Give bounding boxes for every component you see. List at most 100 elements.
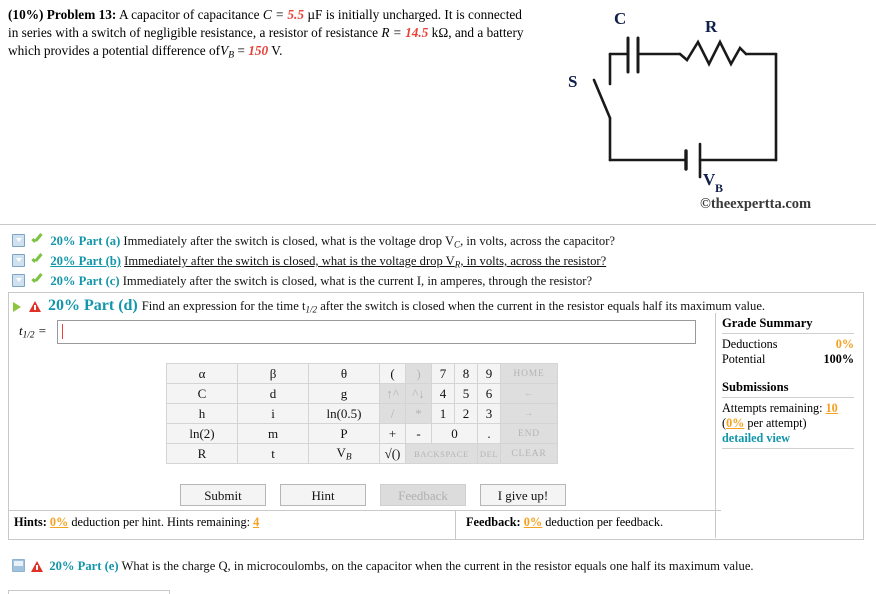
expand-icon[interactable] — [12, 254, 25, 267]
keypad-key-end: END — [500, 423, 558, 444]
keypad-key-p[interactable]: P — [308, 423, 380, 444]
keypad-key-[interactable]: . — [477, 423, 501, 444]
keypad-key-: ) — [405, 363, 432, 384]
keypad-key-del: DEL — [477, 443, 501, 464]
part-d-text-tail: after the switch is closed when the curr… — [317, 299, 766, 313]
keypad-key-: ↑^ — [379, 383, 406, 404]
collapse-triangle-icon[interactable] — [13, 302, 21, 312]
detailed-view-link[interactable]: detailed view — [722, 431, 854, 446]
problem-statement: (10%) Problem 13: A capacitor of capacit… — [8, 6, 528, 65]
keypad-key-: ← — [500, 383, 558, 404]
expand-icon[interactable] — [12, 559, 25, 572]
part-c-weight: 20% — [50, 274, 76, 288]
give-up-button[interactable]: I give up! — [480, 484, 566, 506]
part-e-label[interactable]: Part (e) — [78, 559, 119, 573]
keypad-key-[interactable]: + — [379, 423, 406, 444]
keypad-key-7[interactable]: 7 — [431, 363, 455, 384]
keypad-key-i[interactable]: i — [237, 403, 309, 424]
keypad-key-ln-0-5[interactable]: ln(0.5) — [308, 403, 380, 424]
potential-row: Potential 100% — [722, 352, 854, 367]
submissions-bottom-divider — [722, 448, 854, 449]
hints-remaining-value: 4 — [253, 515, 260, 529]
keypad-key-c[interactable]: C — [166, 383, 238, 404]
part-e-weight: 20% — [49, 559, 75, 573]
answer-input[interactable] — [56, 320, 696, 344]
expand-icon[interactable] — [12, 234, 25, 247]
keypad-key-m[interactable]: m — [237, 423, 309, 444]
problem-var-vb-sub: B — [228, 49, 235, 61]
warning-icon — [29, 301, 41, 312]
per-attempt-label: per attempt) — [747, 416, 807, 430]
problem-var-r: R = — [381, 25, 402, 40]
part-a-label[interactable]: Part (a) — [79, 234, 121, 248]
section-divider-top — [0, 224, 876, 225]
problem-text-1: A capacitor of capacitance — [118, 7, 260, 22]
part-d-label[interactable]: Part (d) — [84, 297, 138, 314]
expand-icon[interactable] — [12, 274, 25, 287]
bottom-panel-edge — [8, 590, 170, 594]
keypad-key-: / — [379, 403, 406, 424]
part-b-label[interactable]: Part (b) — [79, 254, 121, 268]
keypad-key-0[interactable]: 0 — [431, 423, 478, 444]
feedback-text: deduction per feedback. — [545, 515, 664, 529]
part-row-c[interactable]: 20% Part (c) Immediately after the switc… — [12, 273, 870, 289]
keypad-key-8[interactable]: 8 — [454, 363, 478, 384]
keypad-key-3[interactable]: 3 — [477, 403, 501, 424]
hints-bar: Hints: 0% deduction per hint. Hints rema… — [14, 515, 259, 530]
part-c-text: Immediately after the switch is closed, … — [122, 274, 593, 288]
problem-weight: (10%) — [8, 7, 44, 22]
deductions-value: 0% — [835, 337, 854, 351]
keypad-key-sub: B — [345, 452, 352, 463]
attempts-value: 10 — [825, 401, 838, 415]
keypad-key-[interactable]: β — [237, 363, 309, 384]
keypad-key-4[interactable]: 4 — [431, 383, 455, 404]
keypad-key-[interactable]: α — [166, 363, 238, 384]
keypad-key-2[interactable]: 2 — [454, 403, 478, 424]
keypad-key-[interactable]: - — [405, 423, 432, 444]
keypad-key-[interactable]: θ — [308, 363, 380, 384]
part-d-text-sub: 1/2 — [305, 304, 318, 315]
text-caret — [61, 324, 63, 339]
submit-button[interactable]: Submit — [180, 484, 266, 506]
grade-summary: Grade Summary Deductions 0% Potential 10… — [722, 316, 854, 452]
check-icon — [31, 275, 44, 287]
keypad-row: Rt VB √() BACKSPACE DEL CLEAR — [166, 443, 558, 464]
keypad-key-6[interactable]: 6 — [477, 383, 501, 404]
keypad-key-5[interactable]: 5 — [454, 383, 478, 404]
problem-eq: = — [237, 43, 245, 58]
potential-value: 100% — [823, 352, 854, 366]
keypad-key-h[interactable]: h — [166, 403, 238, 424]
grade-spacer — [722, 367, 854, 380]
keypad-key-label: V — [336, 444, 346, 460]
keypad-key-d[interactable]: d — [237, 383, 309, 404]
keypad-key-[interactable]: √() — [379, 443, 406, 464]
part-c-label[interactable]: Part (c) — [79, 274, 120, 288]
answer-label-sub: 1/2 — [22, 330, 35, 341]
part-row-d[interactable]: 20% Part (d) Find an expression for the … — [13, 297, 765, 315]
math-keypad[interactable]: α β θ() 7 8 9 HOME Cd g ↑^ ^↓ 4 5 6 ← h i ln(0.5) / * 1 2 3 → ln… — [166, 363, 558, 464]
attempts-row: Attempts remaining: 10 — [722, 401, 854, 416]
hint-button[interactable]: Hint — [280, 484, 366, 506]
keypad-key-ln-2[interactable]: ln(2) — [166, 423, 238, 444]
keypad-key-g[interactable]: g — [308, 383, 380, 404]
keypad-key-t[interactable]: t — [237, 443, 309, 464]
part-row-a[interactable]: 20% Part (a) Immediately after the switc… — [12, 233, 870, 253]
check-icon — [31, 255, 44, 267]
keypad-key-9[interactable]: 9 — [477, 363, 501, 384]
part-row-e[interactable]: 20% Part (e) What is the charge Q, in mi… — [12, 558, 872, 575]
per-attempt-row: (0% per attempt) — [722, 416, 854, 431]
keypad-key-1[interactable]: 1 — [431, 403, 455, 424]
keypad-key-v[interactable]: VB — [308, 443, 380, 464]
circuit-label-c: C — [614, 9, 626, 28]
part-row-b[interactable]: 20% Part (b) Immediately after the switc… — [12, 253, 870, 273]
hints-text: deduction per hint. Hints remaining: — [71, 515, 251, 529]
keypad-key-r[interactable]: R — [166, 443, 238, 464]
keypad-key-[interactable]: ( — [379, 363, 406, 384]
part-a-weight: 20% — [50, 234, 76, 248]
answer-label-eq: = — [37, 323, 47, 339]
problem-value-vb: 150 — [248, 43, 269, 58]
part-b-text-tail: , in volts, across the resistor? — [460, 254, 607, 268]
submissions-title: Submissions — [722, 380, 789, 394]
part-d-text: Find an expression for the time t — [141, 299, 306, 313]
circuit-svg: C R S V B — [568, 9, 778, 195]
